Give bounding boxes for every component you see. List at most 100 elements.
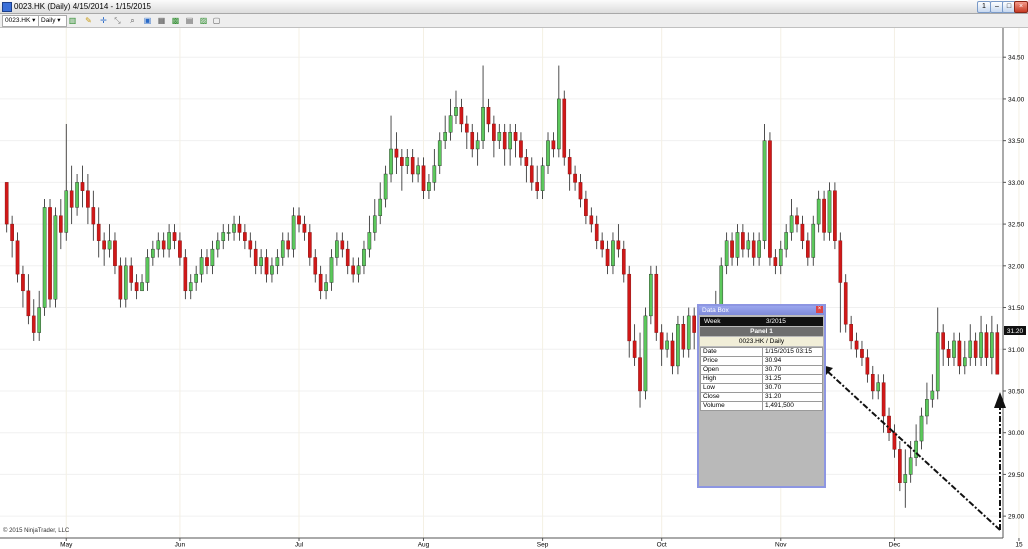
candle-body bbox=[134, 282, 139, 292]
candle bbox=[567, 148, 572, 191]
row-label: Price bbox=[700, 356, 763, 366]
candle-body bbox=[421, 165, 426, 191]
candle bbox=[632, 324, 637, 366]
candle bbox=[437, 132, 442, 175]
candle bbox=[513, 123, 518, 158]
y-tick-label: 33.00 bbox=[1008, 180, 1025, 187]
candle bbox=[264, 249, 269, 283]
candle bbox=[183, 249, 188, 300]
copy-icon[interactable]: ▢ bbox=[212, 16, 221, 25]
row-value: 31.20 bbox=[762, 392, 823, 402]
candle-body bbox=[15, 240, 20, 275]
row-value: 1,491,500 bbox=[762, 401, 823, 411]
magnifier-icon[interactable]: ⌕ bbox=[128, 16, 137, 25]
candle bbox=[410, 148, 415, 183]
candle bbox=[865, 349, 870, 383]
candle-body bbox=[730, 240, 734, 258]
candle bbox=[562, 90, 567, 166]
screenshot-icon[interactable]: ▨ bbox=[199, 16, 208, 25]
price-chart[interactable]: 34.50 34.00 33.50 33.00 32.50 32.00 31.50 31.00… bbox=[0, 28, 1028, 549]
candle bbox=[811, 215, 816, 266]
table-row: Low 30.70 bbox=[700, 383, 823, 393]
data-box-panel: Panel 1 bbox=[700, 327, 823, 336]
candle-body bbox=[816, 198, 821, 225]
candle bbox=[356, 257, 361, 283]
crosshair-icon[interactable]: ✛ bbox=[99, 16, 108, 25]
bar-type-icon[interactable]: ▥ bbox=[68, 16, 77, 25]
pencil-icon[interactable]: ✎ bbox=[84, 16, 93, 25]
candle bbox=[789, 199, 794, 241]
indicators-icon[interactable]: ▦ bbox=[157, 16, 166, 25]
strategies-icon[interactable]: ▩ bbox=[171, 16, 180, 25]
candle-body bbox=[96, 223, 101, 241]
candle bbox=[129, 257, 134, 291]
candle-body bbox=[492, 123, 496, 141]
link-button[interactable]: 1 bbox=[977, 1, 991, 13]
candle-body bbox=[632, 340, 637, 358]
properties-icon[interactable]: ▤ bbox=[185, 16, 194, 25]
candle-body bbox=[226, 232, 231, 234]
candle-body bbox=[37, 307, 42, 333]
instrument-selector[interactable]: 0023.HK ▾ bbox=[2, 15, 39, 27]
row-value: 30.94 bbox=[762, 356, 823, 366]
candlestick-series bbox=[4, 65, 1000, 508]
y-tick-label: 30.50 bbox=[1008, 388, 1025, 395]
candle-body bbox=[638, 357, 642, 392]
candle bbox=[838, 232, 843, 333]
candle bbox=[784, 224, 789, 258]
week-label: Week bbox=[704, 318, 721, 325]
data-box-window[interactable]: Data Box × Week 3/2015 Panel 1 0023.HK /… bbox=[697, 304, 826, 488]
candle bbox=[10, 215, 14, 258]
candle bbox=[594, 215, 599, 250]
candle-body bbox=[649, 273, 653, 317]
candle-body bbox=[952, 340, 956, 358]
candle bbox=[676, 315, 680, 375]
row-value: 30.70 bbox=[762, 365, 823, 375]
candle-body bbox=[470, 132, 475, 150]
candle-body bbox=[605, 248, 610, 267]
candle bbox=[389, 115, 393, 183]
candle-body bbox=[221, 232, 226, 241]
candle bbox=[773, 249, 778, 275]
time-axis: May Jun Jul Aug Sep Oct Nov Dec 15 bbox=[60, 538, 1023, 549]
candle-body bbox=[838, 240, 843, 283]
candle bbox=[925, 382, 929, 425]
drawing-tool-icon[interactable]: ⤡ bbox=[113, 16, 122, 25]
candle-body bbox=[80, 182, 85, 191]
candle-body bbox=[188, 282, 193, 292]
candle bbox=[345, 240, 350, 275]
candle-body bbox=[692, 315, 696, 333]
last-price-marker: 31.20 bbox=[1004, 326, 1026, 335]
candle bbox=[816, 190, 821, 233]
candle bbox=[270, 257, 274, 283]
window-title: 0023.HK (Daily) 4/15/2014 - 1/15/2015 bbox=[14, 2, 151, 11]
candle bbox=[806, 232, 810, 266]
candle-body bbox=[681, 324, 686, 350]
candle-body bbox=[941, 332, 945, 350]
candle bbox=[724, 232, 729, 275]
candle-body bbox=[199, 257, 204, 275]
candle-body bbox=[486, 107, 491, 125]
interval-selector[interactable]: Daily ▾ bbox=[38, 15, 67, 27]
candle bbox=[492, 115, 496, 158]
candle-body bbox=[64, 190, 69, 233]
y-tick-label: 31.00 bbox=[1008, 347, 1025, 354]
candle-body bbox=[362, 248, 366, 267]
candle bbox=[795, 207, 799, 233]
candle-body bbox=[389, 148, 393, 175]
candle bbox=[524, 148, 529, 183]
candle-body bbox=[567, 157, 572, 175]
candle-body bbox=[167, 232, 171, 250]
data-box-icon[interactable]: ▣ bbox=[143, 16, 152, 25]
candle bbox=[145, 249, 150, 291]
close-button[interactable]: × bbox=[1014, 1, 1028, 13]
candle bbox=[681, 315, 686, 358]
data-box-title: Data Box bbox=[699, 306, 824, 315]
candle-body bbox=[481, 107, 485, 141]
candle bbox=[394, 132, 399, 175]
close-icon[interactable]: × bbox=[816, 306, 823, 313]
candle bbox=[253, 240, 258, 275]
y-tick-label: 30.00 bbox=[1008, 430, 1025, 437]
candle bbox=[302, 215, 307, 241]
candle-body bbox=[784, 232, 789, 250]
